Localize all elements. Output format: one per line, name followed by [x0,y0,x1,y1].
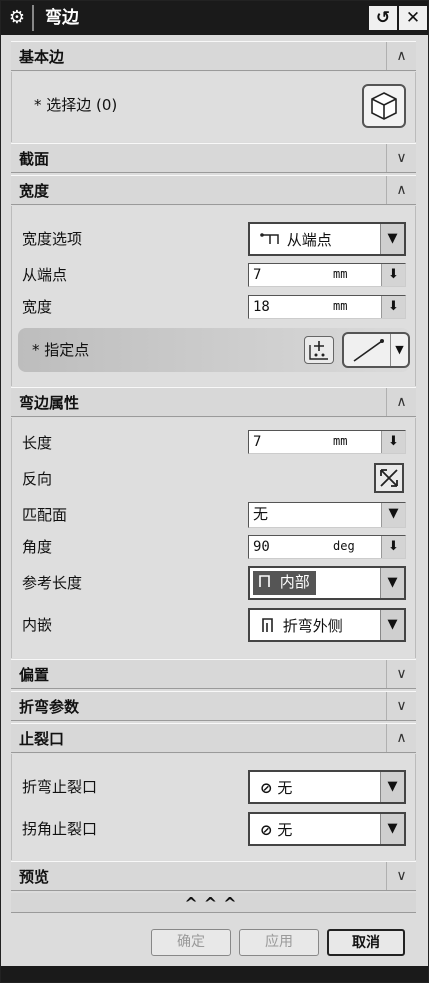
reverse-direction-icon[interactable] [374,463,404,493]
match-face-dropdown[interactable]: 无 ▼ [248,502,406,528]
match-face-label: 匹配面 [22,506,68,524]
show-more-toggle[interactable]: ^^^ [11,893,416,913]
section-title: 偏置 [19,666,50,684]
chevron-down-icon[interactable]: ▼ [390,334,408,366]
arrow-down-icon[interactable]: ⬇ [381,264,405,286]
point-constructor-icon[interactable] [304,336,334,364]
expand-chevron-icon[interactable]: ∨ [386,862,416,890]
section-header-basic-edge[interactable]: 基本边 ∧ [11,41,416,71]
width-label: 宽度 [22,298,53,316]
section-header-width[interactable]: 宽度 ∧ [11,175,416,205]
width-field[interactable]: 18 mm ⬇ [248,295,406,319]
expand-chevron-icon[interactable]: ∨ [386,660,416,688]
bottom-border [1,966,428,982]
width-option-dropdown[interactable]: 从端点 ▼ [248,222,406,256]
bend-relief-value: ⊘ 无 [260,779,293,797]
endpoint-icon [260,233,279,244]
angle-field[interactable]: 90 deg ⬇ [248,535,406,559]
chevron-down-icon[interactable]: ▼ [380,610,404,640]
corner-relief-dropdown[interactable]: ⊘ 无 ▼ [248,812,406,846]
flange-dialog: ⚙ 弯边 ↺ ✕ 基本边 ∧ * 选择边 (0) 截面 ∨ 宽度 ∧ 宽度选项 [0,0,429,983]
bend-relief-dropdown[interactable]: ⊘ 无 ▼ [248,770,406,804]
expand-chevron-icon[interactable]: ∨ [386,144,416,172]
inset-value: 折弯外侧 [260,615,343,637]
unit-label: mm [333,434,348,448]
arrow-down-icon[interactable]: ⬇ [381,431,405,453]
none-icon: ⊘ [260,821,273,839]
inset-label: 内嵌 [22,616,53,634]
section-header-offset[interactable]: 偏置 ∨ [11,659,416,689]
specify-point-label: * 指定点 [32,341,90,359]
section-body-relief: 折弯止裂口 ⊘ 无 ▼ 拐角止裂口 ⊘ 无 ▼ [11,754,416,860]
from-endpoint-label: 从端点 [22,266,68,284]
collapse-chevron-icon[interactable]: ∧ [386,176,416,204]
title-separator [32,5,34,31]
close-button[interactable]: ✕ [399,6,427,30]
width-option-value: 从端点 [260,229,332,251]
collapse-chevron-icon[interactable]: ∧ [386,724,416,752]
section-title: 折弯参数 [19,698,80,716]
from-endpoint-field[interactable]: 7 mm ⬇ [248,263,406,287]
expand-chevron-icon[interactable]: ∨ [386,692,416,720]
unit-label: deg [333,539,355,553]
section-title: 宽度 [19,182,50,200]
reference-length-value: 内部 [253,571,316,595]
corner-relief-value: ⊘ 无 [260,821,293,839]
section-title: 弯边属性 [19,394,80,412]
section-header-flange-properties[interactable]: 弯边属性 ∧ [11,387,416,417]
chevron-down-icon[interactable]: ▼ [380,224,404,254]
section-title: 基本边 [19,48,65,66]
select-edge-label[interactable]: * 选择边 (0) [34,94,117,116]
section-header-profile[interactable]: 截面 ∨ [11,143,416,173]
bend-outside-icon [262,618,273,632]
reset-button[interactable]: ↺ [369,6,397,30]
gear-icon[interactable]: ⚙ [6,7,28,29]
section-header-bend-parameters[interactable]: 折弯参数 ∨ [11,691,416,721]
title-bar: ⚙ 弯边 ↺ ✕ [1,1,428,35]
chevron-down-icon[interactable]: ▼ [381,503,405,527]
section-header-preview[interactable]: 预览 ∨ [11,861,416,891]
arrow-down-icon[interactable]: ⬇ [381,296,405,318]
length-field[interactable]: 7 mm ⬇ [248,430,406,454]
reverse-direction-label: 反向 [22,470,53,488]
inner-length-icon [259,575,270,587]
angle-label: 角度 [22,538,53,556]
cube-icon[interactable] [362,84,406,128]
specify-point-row[interactable]: * 指定点 ▼ [18,328,410,372]
dialog-title: 弯边 [45,8,79,28]
length-label: 长度 [22,434,53,452]
section-body-basic-edge: * 选择边 (0) [11,72,416,142]
bend-relief-label: 折弯止裂口 [22,778,98,796]
reference-length-dropdown[interactable]: 内部 ▼ [248,566,406,600]
width-option-label: 宽度选项 [22,230,83,248]
corner-relief-label: 拐角止裂口 [22,820,98,838]
inset-dropdown[interactable]: 折弯外侧 ▼ [248,608,406,642]
unit-label: mm [333,267,348,281]
chevron-down-icon[interactable]: ▼ [380,814,404,844]
collapse-chevron-icon[interactable]: ∧ [386,388,416,416]
section-body-flange-properties: 长度 7 mm ⬇ 反向 匹配面 无 ▼ 角度 90 deg ⬇ 参考长度 内部… [11,418,416,658]
ok-button[interactable]: 确定 [151,929,231,956]
section-body-width: 宽度选项 从端点 ▼ 从端点 7 mm ⬇ 宽度 18 mm ⬇ * 指定点 ▼ [11,206,416,386]
unit-label: mm [333,299,348,313]
collapse-chevron-icon[interactable]: ∧ [386,42,416,70]
arrow-down-icon[interactable]: ⬇ [381,536,405,558]
section-header-relief[interactable]: 止裂口 ∧ [11,723,416,753]
section-title: 截面 [19,150,50,168]
cancel-button[interactable]: 取消 [327,929,405,956]
reference-length-label: 参考长度 [22,574,83,592]
none-icon: ⊘ [260,779,273,797]
chevron-down-icon[interactable]: ▼ [380,568,404,598]
apply-button[interactable]: 应用 [239,929,319,956]
line-vector-icon[interactable]: ▼ [342,332,410,368]
section-title: 预览 [19,868,50,886]
chevron-down-icon[interactable]: ▼ [380,772,404,802]
section-title: 止裂口 [19,730,65,748]
